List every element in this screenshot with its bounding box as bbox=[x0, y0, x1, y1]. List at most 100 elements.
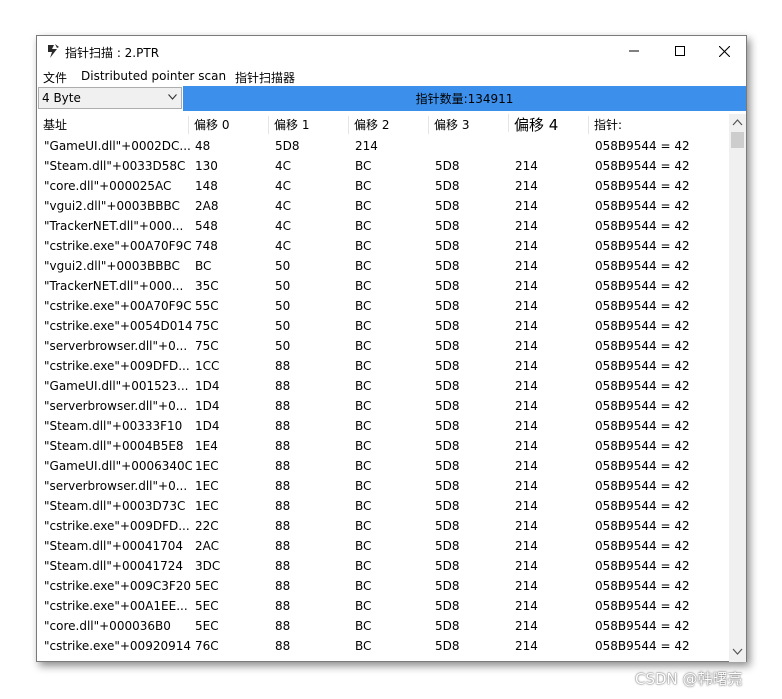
pointer-value-cell: 058B9544 = 42 bbox=[595, 219, 690, 233]
minimize-button[interactable] bbox=[611, 36, 657, 66]
pointer-value-cell: 058B9544 = 42 bbox=[595, 479, 690, 493]
close-button[interactable] bbox=[701, 36, 747, 66]
offset-1-cell: 88 bbox=[275, 399, 291, 413]
table-row[interactable]: "serverbrowser.dll"+0... 75C 50 BC 5D8 214 058… bbox=[37, 337, 729, 357]
offset-3-cell: 5D8 bbox=[435, 299, 460, 313]
base-address-cell: "cstrike.exe"+00A70F9C bbox=[44, 239, 192, 253]
pointer-value-cell: 058B9544 = 42 bbox=[595, 519, 690, 533]
offset-3-cell: 5D8 bbox=[435, 399, 460, 413]
column-header-offset-4[interactable]: 偏移 4 bbox=[508, 114, 588, 134]
offset-2-cell: BC bbox=[355, 159, 372, 173]
pointer-value-cell: 058B9544 = 42 bbox=[595, 439, 690, 453]
offset-0-cell: 2AC bbox=[195, 539, 220, 553]
table-row[interactable]: "cstrike.exe"+00920914 76C 88 BC 5D8 214 058B9… bbox=[37, 637, 729, 657]
offset-2-cell: BC bbox=[355, 459, 372, 473]
table-row[interactable]: "Steam.dll"+0004B5E8 1E4 88 BC 5D8 214 058B954… bbox=[37, 437, 729, 457]
table-row[interactable]: "cstrike.exe"+00A70F9C 748 4C BC 5D8 214 058B9… bbox=[37, 237, 729, 257]
offset-4-cell: 214 bbox=[515, 319, 538, 333]
base-address-cell: "serverbrowser.dll"+0... bbox=[44, 399, 188, 413]
offset-2-cell: BC bbox=[355, 199, 372, 213]
table-row[interactable]: "serverbrowser.dll"+0... 1EC 88 BC 5D8 214 058… bbox=[37, 477, 729, 497]
menu-distributed-pointer-scan[interactable]: Distributed pointer scan bbox=[81, 69, 226, 83]
table-row[interactable]: "Steam.dll"+0003D73C 1EC 88 BC 5D8 214 058B954… bbox=[37, 497, 729, 517]
base-address-cell: "Steam.dll"+00041724 bbox=[44, 559, 184, 573]
base-address-cell: "Steam.dll"+0003D73C bbox=[44, 499, 186, 513]
table-row[interactable]: "TrackerNET.dll"+000... 35C 50 BC 5D8 214 058B… bbox=[37, 277, 729, 297]
offset-3-cell: 5D8 bbox=[435, 559, 460, 573]
offset-4-cell: 214 bbox=[515, 199, 538, 213]
table-row[interactable]: "Steam.dll"+00041724 3DC 88 BC 5D8 214 058B954… bbox=[37, 557, 729, 577]
column-header-offset-0[interactable]: 偏移 0 bbox=[188, 116, 268, 134]
offset-2-cell: BC bbox=[355, 219, 372, 233]
offset-2-cell: BC bbox=[355, 319, 372, 333]
table-row[interactable]: "GameUI.dll"+0002DC... 48 5D8 214 058B9544 =… bbox=[37, 137, 729, 157]
column-header-offset-3[interactable]: 偏移 3 bbox=[428, 116, 508, 134]
base-address-cell: "GameUI.dll"+0006340C bbox=[44, 459, 192, 473]
offset-4-cell: 214 bbox=[515, 399, 538, 413]
offset-1-cell: 4C bbox=[275, 199, 292, 213]
offset-1-cell: 88 bbox=[275, 419, 291, 433]
pointer-value-cell: 058B9544 = 42 bbox=[595, 319, 690, 333]
cheat-engine-icon bbox=[48, 44, 59, 58]
close-icon bbox=[718, 45, 730, 57]
scrollbar-thumb[interactable] bbox=[731, 132, 744, 148]
table-row[interactable]: "serverbrowser.dll"+0... 1D4 88 BC 5D8 214 058… bbox=[37, 397, 729, 417]
base-address-cell: "GameUI.dll"+0002DC... bbox=[44, 139, 191, 153]
table-row[interactable]: "core.dll"+000036B0 5EC 88 BC 5D8 214 058B9544… bbox=[37, 617, 729, 637]
base-address-cell: "Steam.dll"+0033D58C bbox=[44, 159, 186, 173]
offset-1-cell: 50 bbox=[275, 279, 291, 293]
column-header-offset-1[interactable]: 偏移 1 bbox=[268, 116, 348, 134]
table-row[interactable]: "Steam.dll"+0033D58C 130 4C BC 5D8 214 058B954… bbox=[37, 157, 729, 177]
column-header-base-address[interactable]: 基址 bbox=[37, 116, 188, 134]
offset-2-cell: BC bbox=[355, 499, 372, 513]
window-title: 指针扫描 : 2.PTR bbox=[65, 46, 160, 60]
table-row[interactable]: "GameUI.dll"+0006340C 1EC 88 BC 5D8 214 058B95… bbox=[37, 457, 729, 477]
offset-4-cell: 214 bbox=[515, 279, 538, 293]
base-address-cell: "cstrike.exe"+0054D014 bbox=[44, 319, 192, 333]
offset-2-cell: BC bbox=[355, 599, 372, 613]
offset-2-cell: BC bbox=[355, 539, 372, 553]
offset-3-cell: 5D8 bbox=[435, 159, 460, 173]
table-row[interactable]: "vgui2.dll"+0003BBBC 2A8 4C BC 5D8 214 058B954… bbox=[37, 197, 729, 217]
offset-3-cell: 5D8 bbox=[435, 579, 460, 593]
column-header-pointer[interactable]: 指针: bbox=[588, 116, 729, 134]
title-bar[interactable]: 指针扫描 : 2.PTR bbox=[37, 36, 746, 66]
table-row[interactable]: "TrackerNET.dll"+000... 548 4C BC 5D8 214 058B… bbox=[37, 217, 729, 237]
offset-0-cell: 548 bbox=[195, 219, 218, 233]
value-type-select[interactable]: 4 Byte bbox=[38, 87, 182, 109]
offset-1-cell: 88 bbox=[275, 519, 291, 533]
maximize-button[interactable] bbox=[657, 36, 703, 66]
table-row[interactable]: "cstrike.exe"+009DFD... 22C 88 BC 5D8 214 058B… bbox=[37, 517, 729, 537]
table-row[interactable]: "Steam.dll"+00333F10 1D4 88 BC 5D8 214 058B954… bbox=[37, 417, 729, 437]
base-address-cell: "cstrike.exe"+00A1EE... bbox=[44, 599, 188, 613]
menu-pointer-scanner[interactable]: 指针扫描器 bbox=[235, 69, 295, 86]
table-row[interactable]: "cstrike.exe"+00A70F9C 55C 50 BC 5D8 214 058B9… bbox=[37, 297, 729, 317]
scroll-down-icon[interactable] bbox=[732, 646, 743, 657]
table-row[interactable]: "cstrike.exe"+009DFD... 1CC 88 BC 5D8 214 058B… bbox=[37, 357, 729, 377]
table-row[interactable]: "Steam.dll"+00041704 2AC 88 BC 5D8 214 058B954… bbox=[37, 537, 729, 557]
scroll-up-icon[interactable] bbox=[732, 117, 743, 128]
base-address-cell: "Steam.dll"+00041704 bbox=[44, 539, 184, 553]
table-row[interactable]: "cstrike.exe"+00A1EE... 5EC 88 BC 5D8 214 058B… bbox=[37, 597, 729, 617]
offset-4-cell: 214 bbox=[515, 339, 538, 353]
offset-4-cell: 214 bbox=[515, 539, 538, 553]
offset-1-cell: 88 bbox=[275, 599, 291, 613]
offset-3-cell: 5D8 bbox=[435, 319, 460, 333]
column-header-offset-2[interactable]: 偏移 2 bbox=[348, 116, 428, 134]
table-row[interactable]: "cstrike.exe"+0054D014 75C 50 BC 5D8 214 058B9… bbox=[37, 317, 729, 337]
table-row[interactable]: "core.dll"+000025AC 148 4C BC 5D8 214 058B9544… bbox=[37, 177, 729, 197]
base-address-cell: "vgui2.dll"+0003BBBC bbox=[44, 199, 180, 213]
pointer-results-table[interactable]: 基址 偏移 0 偏移 1 偏移 2 偏移 3 偏移 4 指针: "GameUI.… bbox=[37, 114, 746, 662]
minimize-icon bbox=[629, 50, 639, 52]
offset-0-cell: 35C bbox=[195, 279, 219, 293]
table-row[interactable]: "vgui2.dll"+0003BBBC BC 50 BC 5D8 214 058B9544… bbox=[37, 257, 729, 277]
vertical-scrollbar[interactable] bbox=[729, 114, 746, 662]
table-row[interactable]: "cstrike.exe"+009C3F20 5EC 88 BC 5D8 214 058B9… bbox=[37, 577, 729, 597]
offset-1-cell: 50 bbox=[275, 259, 291, 273]
offset-0-cell: 22C bbox=[195, 519, 219, 533]
menu-file[interactable]: 文件 bbox=[43, 69, 67, 86]
base-address-cell: "cstrike.exe"+009DFD... bbox=[44, 519, 190, 533]
offset-1-cell: 88 bbox=[275, 499, 291, 513]
base-address-cell: "TrackerNET.dll"+000... bbox=[44, 279, 184, 293]
table-row[interactable]: "GameUI.dll"+001523... 1D4 88 BC 5D8 214 058B9… bbox=[37, 377, 729, 397]
